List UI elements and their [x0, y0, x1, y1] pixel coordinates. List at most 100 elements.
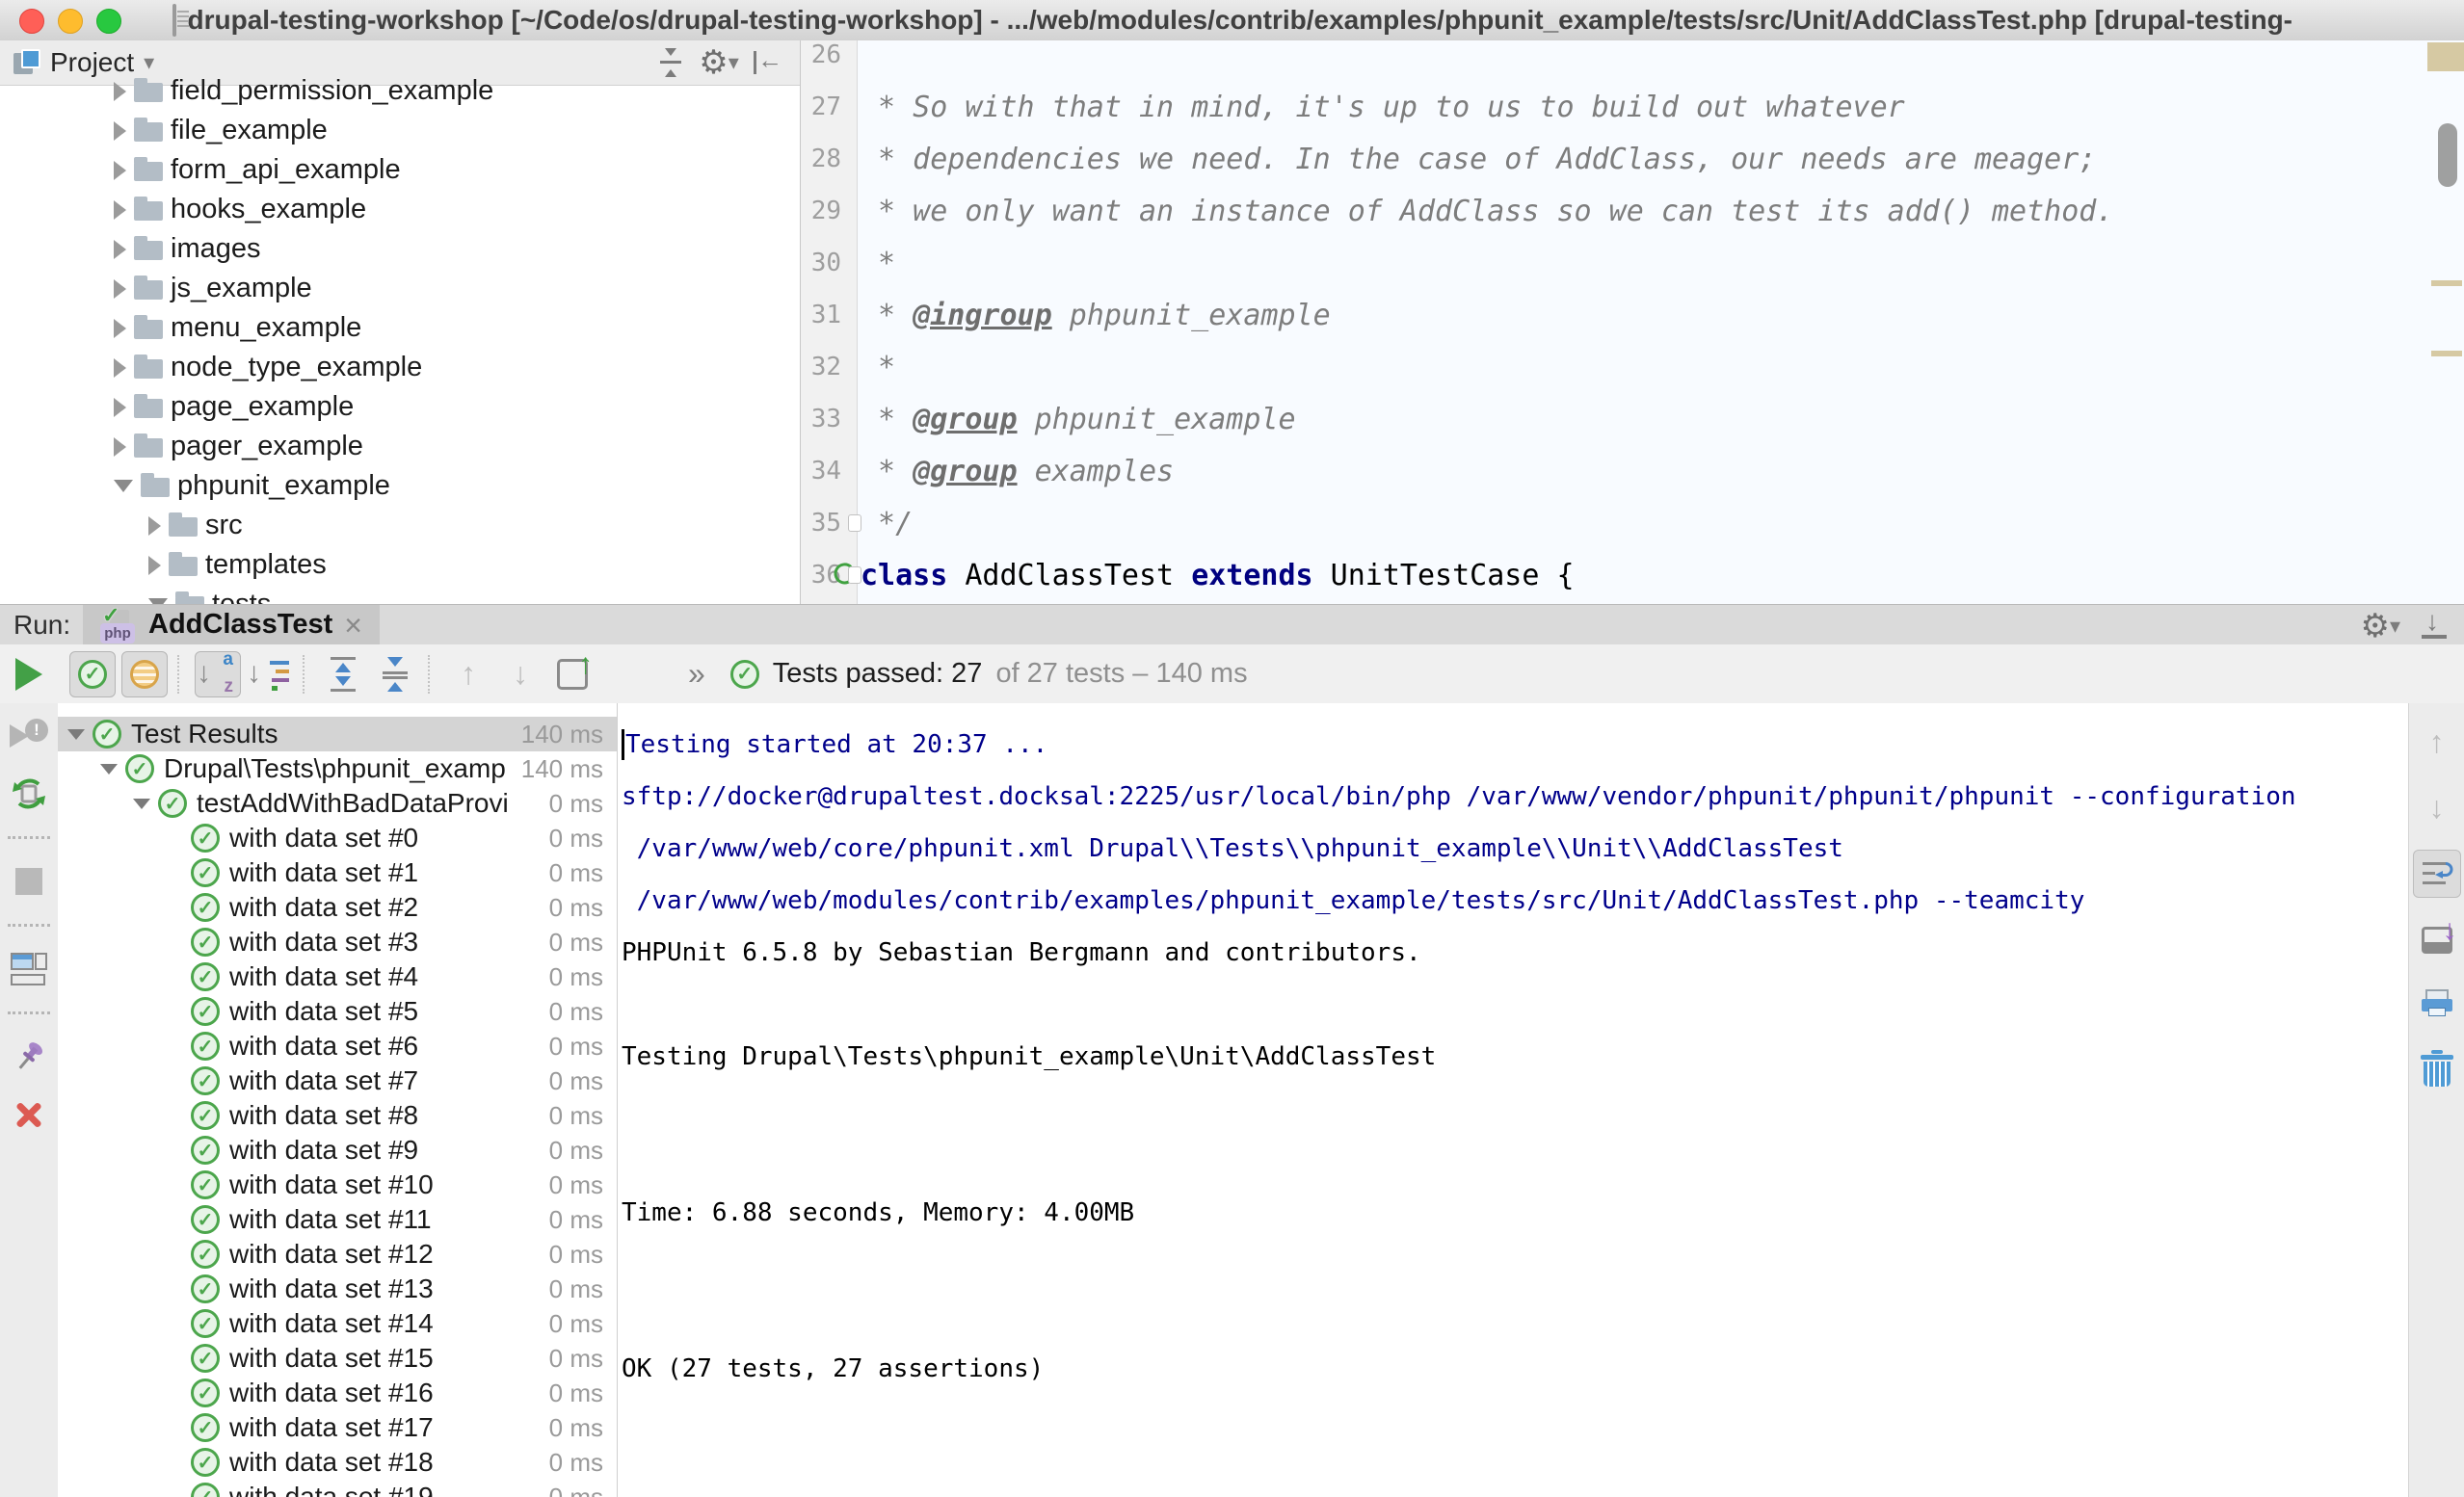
restore-layout-button[interactable] — [6, 946, 52, 992]
close-tab-icon[interactable]: × — [344, 611, 362, 640]
test-tree-row[interactable]: ✓with data set #170 ms — [58, 1410, 617, 1445]
code-line[interactable]: 33 * @group phpunit_example — [801, 393, 2464, 445]
scroll-to-end-button[interactable]: ↓ — [2414, 917, 2460, 963]
test-tree-row[interactable]: ✓with data set #70 ms — [58, 1064, 617, 1098]
project-settings-button[interactable]: ⚙ ▾ — [700, 43, 738, 82]
toolbar-overflow-chevron-icon[interactable]: » — [688, 656, 705, 692]
run-settings-button[interactable]: ⚙ ▾ — [2360, 610, 2400, 643]
prev-occurrence-button[interactable]: ↑ — [2414, 719, 2460, 765]
project-tree-item[interactable]: src — [0, 506, 800, 545]
rerun-failed-tests-button[interactable]: ! — [6, 713, 52, 759]
collapse-arrow-icon[interactable] — [66, 729, 87, 740]
project-tree-item[interactable]: tests — [0, 585, 800, 604]
project-tree-item[interactable]: js_example — [0, 269, 800, 308]
fold-marker-icon[interactable] — [848, 566, 861, 584]
sort-by-duration-button[interactable]: ↓ — [247, 651, 293, 697]
test-tree-row[interactable]: ✓with data set #50 ms — [58, 994, 617, 1029]
code-line[interactable]: 26 — [801, 40, 2464, 81]
expand-arrow-icon[interactable] — [114, 200, 126, 220]
project-tree-item[interactable]: templates — [0, 545, 800, 585]
expand-arrow-icon[interactable] — [114, 161, 126, 180]
next-occurrence-button[interactable]: ↓ — [2414, 784, 2460, 830]
test-tree-row[interactable]: ✓with data set #90 ms — [58, 1133, 617, 1168]
expand-arrow-icon[interactable] — [148, 516, 161, 536]
close-run-panel-button[interactable] — [6, 1091, 52, 1138]
expand-arrow-icon[interactable] — [114, 82, 126, 101]
code-line[interactable]: 30 * — [801, 237, 2464, 289]
test-tree-row[interactable]: ✓with data set #80 ms — [58, 1098, 617, 1133]
export-test-results-button[interactable]: ↑ — [549, 651, 596, 697]
project-view-caret-icon[interactable]: ▾ — [144, 50, 154, 75]
toggle-auto-test-button[interactable] — [6, 771, 52, 817]
rerun-button[interactable] — [15, 658, 42, 691]
collapse-arrow-icon[interactable] — [131, 799, 152, 809]
code-line[interactable]: 29 * we only want an instance of AddClas… — [801, 185, 2464, 237]
test-tree-row[interactable]: ✓with data set #100 ms — [58, 1168, 617, 1202]
test-tree-row[interactable]: ✓with data set #130 ms — [58, 1272, 617, 1306]
macos-zoom-button[interactable] — [96, 9, 121, 34]
collapse-arrow-icon[interactable] — [114, 480, 133, 492]
test-tree-row[interactable]: ✓Test Results140 ms — [58, 717, 617, 751]
project-tree-item[interactable]: images — [0, 229, 800, 269]
test-tree-row[interactable]: ✓with data set #30 ms — [58, 925, 617, 959]
expand-arrow-icon[interactable] — [114, 279, 126, 299]
hide-project-panel-button[interactable]: ← — [748, 43, 786, 82]
clear-all-button[interactable] — [2414, 1048, 2460, 1094]
project-tree-item[interactable]: file_example — [0, 111, 800, 150]
expand-arrow-icon[interactable] — [114, 437, 126, 457]
expand-arrow-icon[interactable] — [114, 121, 126, 141]
previous-occurrence-button[interactable]: ↑ — [445, 651, 491, 697]
show-ignored-toggle[interactable] — [121, 651, 168, 697]
collapse-all-button[interactable] — [372, 651, 418, 697]
pin-tab-button[interactable] — [6, 1034, 52, 1080]
fold-marker-icon[interactable] — [848, 514, 861, 532]
test-tree-row[interactable]: ✓with data set #20 ms — [58, 890, 617, 925]
test-tree-row[interactable]: ✓testAddWithBadDataProvider0 ms — [58, 786, 617, 821]
project-tree-item[interactable]: pager_example — [0, 427, 800, 466]
stop-button[interactable] — [6, 858, 52, 905]
expand-arrow-icon[interactable] — [114, 240, 126, 259]
collapse-all-button[interactable] — [651, 43, 690, 82]
code-line[interactable]: 32 * — [801, 341, 2464, 393]
test-tree-row[interactable]: ✓with data set #140 ms — [58, 1306, 617, 1341]
expand-all-button[interactable] — [320, 651, 366, 697]
warning-stripe-mark[interactable] — [2431, 351, 2462, 356]
test-tree-row[interactable]: ✓with data set #150 ms — [58, 1341, 617, 1376]
test-console-output[interactable]: Testing started at 20:37 ...sftp://docke… — [618, 703, 2409, 1497]
macos-minimize-button[interactable] — [58, 9, 83, 34]
print-button[interactable] — [2414, 983, 2460, 1029]
expand-arrow-icon[interactable] — [114, 358, 126, 378]
test-tree-row[interactable]: ✓with data set #60 ms — [58, 1029, 617, 1064]
next-occurrence-button[interactable]: ↓ — [497, 651, 543, 697]
code-line[interactable]: 36class AddClassTest extends UnitTestCas… — [801, 549, 2464, 601]
code-line[interactable]: 31 * @ingroup phpunit_example — [801, 289, 2464, 341]
test-tree-row[interactable]: ✓with data set #180 ms — [58, 1445, 617, 1480]
test-tree-row[interactable]: ✓with data set #10 ms — [58, 855, 617, 890]
test-tree-row[interactable]: ✓with data set #120 ms — [58, 1237, 617, 1272]
project-tree-item[interactable]: menu_example — [0, 308, 800, 348]
soft-wrap-toggle[interactable] — [2413, 850, 2461, 898]
code-line[interactable]: 27 * So with that in mind, it's up to us… — [801, 81, 2464, 133]
code-line[interactable]: 28 * dependencies we need. In the case o… — [801, 133, 2464, 185]
test-tree-row[interactable]: ✓with data set #00 ms — [58, 821, 617, 855]
project-tree-item[interactable]: hooks_example — [0, 190, 800, 229]
code-line[interactable]: 34 * @group examples — [801, 445, 2464, 497]
project-panel-title[interactable]: Project — [50, 47, 134, 78]
editor-scrollbar-thumb[interactable] — [2438, 123, 2457, 187]
test-tree-row[interactable]: ✓with data set #190 ms — [58, 1480, 617, 1497]
test-tree-row[interactable]: ✓with data set #40 ms — [58, 959, 617, 994]
show-passed-toggle[interactable]: ✓ — [69, 651, 116, 697]
test-tree-row[interactable]: ✓with data set #110 ms — [58, 1202, 617, 1237]
collapse-arrow-icon[interactable] — [98, 764, 119, 775]
test-tree-row[interactable]: ✓with data set #160 ms — [58, 1376, 617, 1410]
macos-close-button[interactable] — [19, 9, 44, 34]
warning-stripe-mark[interactable] — [2431, 280, 2462, 286]
code-editor[interactable]: 2627 * So with that in mind, it's up to … — [801, 40, 2464, 604]
expand-arrow-icon[interactable] — [148, 556, 161, 575]
project-tree-item[interactable]: phpunit_example — [0, 466, 800, 506]
project-tree-item[interactable]: node_type_example — [0, 348, 800, 387]
test-tree-row[interactable]: ✓Drupal\Tests\phpunit_example\Unit\AddCl… — [58, 751, 617, 786]
expand-arrow-icon[interactable] — [114, 398, 126, 417]
project-tree-item[interactable]: page_example — [0, 387, 800, 427]
code-line[interactable]: 35 */ — [801, 497, 2464, 549]
